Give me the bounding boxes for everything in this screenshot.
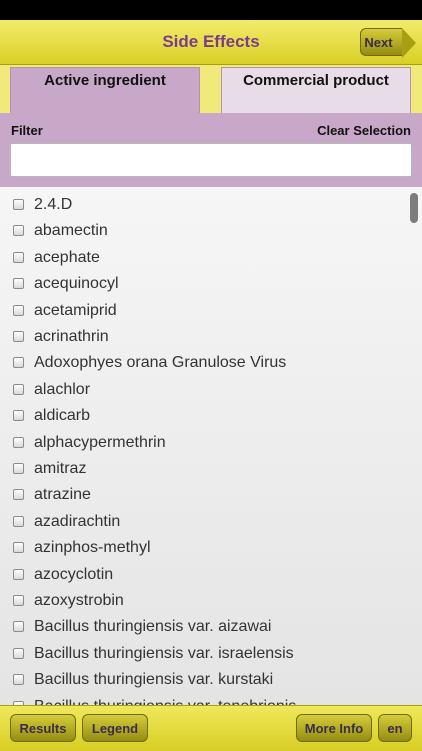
- list-item-label: acrinathrin: [34, 328, 109, 345]
- list-item-label: Bacillus thuringiensis var. aizawai: [34, 618, 272, 636]
- list-item-label: acephate: [34, 248, 100, 266]
- list-item[interactable]: Bacillus thuringiensis var. kurstaki: [0, 668, 406, 694]
- list-item-label: 2.4.D: [34, 196, 73, 213]
- list-item[interactable]: amitraz: [0, 457, 406, 483]
- list-item[interactable]: aldicarb: [0, 404, 406, 430]
- ingredient-list: 2.4.D abamectin acephate acequinocyl acetami…: [0, 187, 422, 705]
- list-item[interactable]: atrazine: [0, 483, 406, 509]
- checkbox[interactable]: [13, 278, 24, 290]
- list-item-label: abamectin: [34, 222, 108, 240]
- header-bar: Side Effects Next: [0, 20, 422, 65]
- list-item-label: Bacillus thuringiensis var. tenebrionis: [34, 698, 296, 705]
- list-item-label: Bacillus thuringiensis var. israelensis: [34, 644, 294, 662]
- checkbox[interactable]: [13, 357, 24, 369]
- page-title: Side Effects: [162, 32, 260, 51]
- more-info-button[interactable]: More Info: [296, 714, 372, 742]
- list-item[interactable]: azinphos-methyl: [0, 536, 406, 562]
- list-item[interactable]: alphacypermethrin: [0, 431, 406, 457]
- list-item-label: amitraz: [34, 460, 87, 477]
- tab-commercial-product[interactable]: Commercial product: [221, 67, 411, 113]
- list-item[interactable]: azoxystrobin: [0, 589, 406, 615]
- list-item[interactable]: acrinathrin: [0, 325, 406, 351]
- list-item[interactable]: Bacillus thuringiensis var. israelensis: [0, 642, 406, 668]
- checkbox[interactable]: [13, 489, 24, 501]
- checkbox[interactable]: [13, 251, 24, 263]
- list-scrollbar[interactable]: [410, 193, 418, 223]
- checkbox[interactable]: [13, 225, 24, 237]
- list-item-label: acequinocyl: [34, 275, 119, 293]
- list-item[interactable]: abamectin: [0, 219, 406, 245]
- checkbox[interactable]: [13, 436, 24, 448]
- list-item[interactable]: Bacillus thuringiensis var. tenebrionis: [0, 695, 406, 705]
- legend-button[interactable]: Legend: [82, 714, 148, 742]
- filter-panel: Filter Clear Selection: [0, 113, 422, 187]
- footer-bar: Results Legend More Info en: [0, 705, 422, 751]
- filter-label: Filter: [11, 123, 43, 138]
- checkbox[interactable]: [13, 383, 24, 395]
- tab-bar: Active ingredient Commercial product: [0, 65, 422, 113]
- status-bar: [0, 0, 422, 20]
- list-item-label: azoxystrobin: [34, 592, 124, 609]
- list-item[interactable]: alachlor: [0, 378, 406, 404]
- list-item[interactable]: 2.4.D: [0, 193, 406, 219]
- list-item[interactable]: acephate: [0, 246, 406, 272]
- checkbox[interactable]: [13, 595, 24, 606]
- list-item[interactable]: Adoxophyes orana Granulose Virus: [0, 351, 406, 377]
- list-item[interactable]: acetamiprid: [0, 299, 406, 325]
- checkbox[interactable]: [13, 463, 24, 474]
- list-item-label: Adoxophyes orana Granulose Virus: [34, 354, 287, 372]
- list-item-label: azadirachtin: [34, 512, 121, 530]
- tab-active-ingredient[interactable]: Active ingredient: [10, 67, 200, 113]
- list-item[interactable]: azadirachtin: [0, 510, 406, 536]
- list-item-label: atrazine: [34, 486, 91, 504]
- list-item-label: azinphos-methyl: [34, 539, 151, 557]
- checkbox[interactable]: [13, 647, 24, 659]
- checkbox[interactable]: [13, 515, 24, 527]
- language-button[interactable]: en: [378, 714, 412, 742]
- checkbox[interactable]: [13, 568, 24, 580]
- next-button[interactable]: Next: [360, 28, 416, 58]
- list-item-label: acetamiprid: [34, 301, 117, 319]
- results-button[interactable]: Results: [10, 714, 76, 742]
- checkbox[interactable]: [13, 331, 24, 342]
- checkbox[interactable]: [13, 410, 24, 422]
- checkbox[interactable]: [13, 621, 24, 633]
- list-item[interactable]: acequinocyl: [0, 272, 406, 298]
- clear-selection-button[interactable]: Clear Selection: [317, 123, 411, 138]
- checkbox[interactable]: [13, 542, 24, 554]
- list-item-label: azocyclotin: [34, 565, 114, 583]
- list-item[interactable]: azocyclotin: [0, 563, 406, 589]
- list-item-label: alachlor: [34, 380, 91, 398]
- checkbox[interactable]: [13, 304, 24, 316]
- checkbox[interactable]: [13, 674, 24, 686]
- list-item-label: alphacypermethrin: [34, 433, 166, 451]
- filter-input[interactable]: [10, 143, 412, 177]
- list-item[interactable]: Bacillus thuringiensis var. aizawai: [0, 615, 406, 641]
- checkbox[interactable]: [13, 199, 24, 210]
- list-item-label: aldicarb: [34, 407, 91, 425]
- list-item-label: Bacillus thuringiensis var. kurstaki: [34, 671, 274, 689]
